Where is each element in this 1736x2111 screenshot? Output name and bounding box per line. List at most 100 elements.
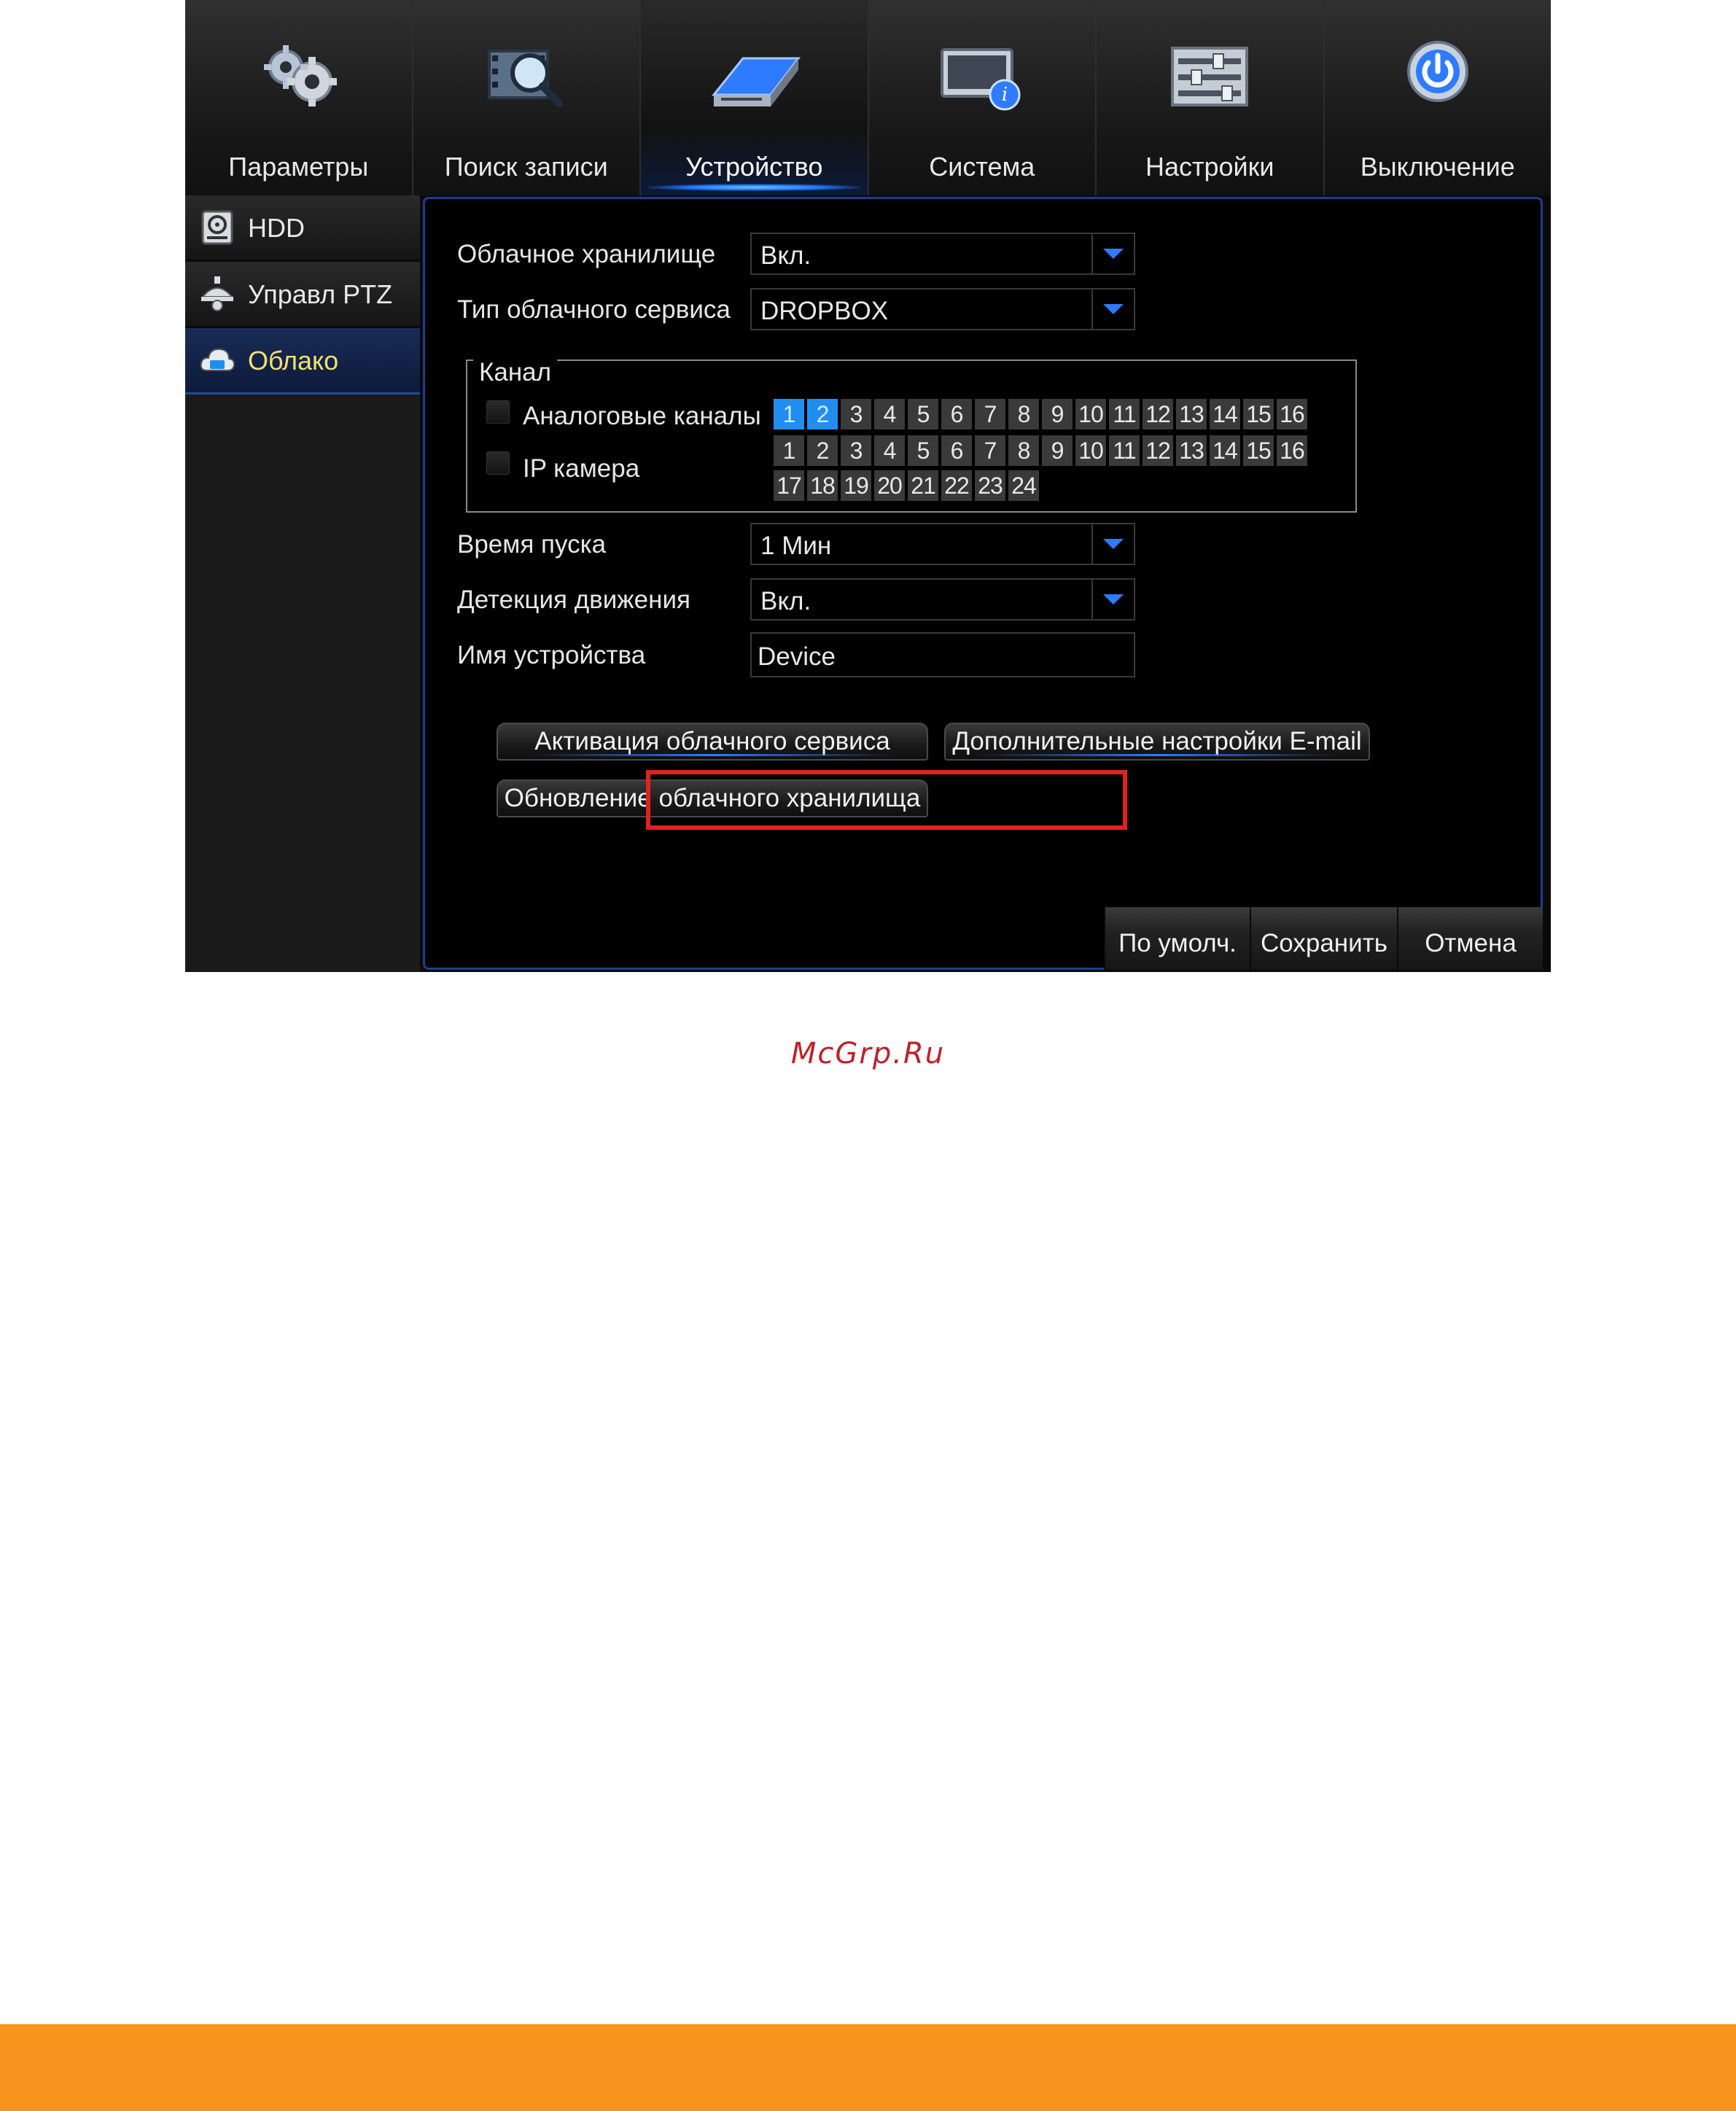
ip-channel-18[interactable]: 18	[807, 470, 838, 501]
save-label: Сохранить	[1261, 929, 1387, 957]
analog-channels-checkbox[interactable]	[486, 400, 510, 424]
ip-channel-16[interactable]: 16	[1277, 435, 1307, 466]
ip-channel-20[interactable]: 20	[874, 470, 905, 501]
start-time-value: 1 Мин	[760, 532, 832, 560]
cloud-service-type-select[interactable]: DROPBOX	[750, 288, 1135, 330]
activate-cloud-label: Активация облачного сервиса	[534, 727, 890, 755]
ip-channel-7[interactable]: 7	[975, 435, 1005, 466]
channel-legend: Канал	[473, 358, 558, 387]
top-navigation: Параметры Поиск записи Устройство i Сист…	[185, 0, 1551, 195]
ip-channel-row: 17 18 19 20 21 22 23 24	[774, 470, 1039, 501]
save-button[interactable]: Сохранить	[1250, 907, 1397, 970]
analog-channel-5[interactable]: 5	[908, 399, 938, 429]
ip-channel-21[interactable]: 21	[908, 470, 938, 501]
ptz-camera-icon	[201, 276, 234, 311]
highlight-box	[646, 770, 1127, 830]
default-label: По умолч.	[1118, 929, 1237, 957]
cancel-label: Отмена	[1425, 929, 1517, 957]
chevron-down-icon[interactable]	[1091, 234, 1134, 273]
ip-channel-2[interactable]: 2	[807, 435, 838, 466]
active-tab-glow	[648, 184, 860, 191]
ip-camera-label: IP камера	[523, 454, 640, 483]
film-search-icon	[487, 50, 563, 107]
device-name-label: Имя устройства	[457, 641, 646, 669]
analog-channel-9[interactable]: 9	[1042, 399, 1073, 429]
analog-channel-13[interactable]: 13	[1176, 399, 1207, 429]
watermark: McGrp.Ru	[790, 1037, 946, 1070]
analog-channels-label: Аналоговые каналы	[523, 402, 761, 430]
cloud-settings-panel: Облачное хранилище Вкл. Тип облачного се…	[423, 197, 1543, 970]
analog-channel-7[interactable]: 7	[975, 399, 1005, 429]
ip-channel-3[interactable]: 3	[841, 435, 871, 466]
analog-channel-1[interactable]: 1	[774, 399, 804, 429]
analog-channel-8[interactable]: 8	[1008, 399, 1039, 429]
ip-channel-12[interactable]: 12	[1143, 435, 1173, 466]
default-button[interactable]: По умолч.	[1104, 907, 1250, 970]
analog-channel-14[interactable]: 14	[1210, 399, 1240, 429]
email-settings-button[interactable]: Дополнительные настройки E-mail	[944, 723, 1370, 761]
tab-parameters[interactable]: Параметры	[185, 0, 413, 195]
ip-channel-6[interactable]: 6	[941, 435, 972, 466]
monitor-info-icon: i	[940, 48, 1021, 111]
device-name-field[interactable]: Device	[750, 632, 1135, 677]
ip-channel-9[interactable]: 9	[1042, 435, 1073, 466]
hdd-device-icon	[712, 57, 801, 106]
tab-settings-label: Настройки	[1145, 152, 1274, 182]
analog-channel-2[interactable]: 2	[807, 399, 838, 429]
ip-channel-17[interactable]: 17	[774, 470, 804, 501]
start-time-label: Время пуска	[457, 530, 607, 559]
ip-channel-11[interactable]: 11	[1109, 435, 1140, 466]
tab-parameters-label: Параметры	[228, 152, 369, 182]
tab-device[interactable]: Устройство	[641, 0, 869, 195]
tab-settings[interactable]: Настройки	[1097, 0, 1325, 195]
motion-detection-value: Вкл.	[760, 587, 811, 615]
cloud-service-type-value: DROPBOX	[760, 297, 889, 325]
email-settings-label: Дополнительные настройки E-mail	[952, 727, 1362, 755]
analog-channel-11[interactable]: 11	[1109, 399, 1140, 429]
analog-channel-row: 1 2 3 4 5 6 7 8 9 10 11 12 13 14 15 16	[774, 399, 1307, 429]
sidebar-item-ptz[interactable]: Управл PTZ	[185, 262, 420, 328]
ip-channel-8[interactable]: 8	[1008, 435, 1039, 466]
analog-channel-10[interactable]: 10	[1075, 399, 1106, 429]
tab-device-label: Устройство	[685, 152, 823, 182]
ip-channel-13[interactable]: 13	[1176, 435, 1207, 466]
ip-channel-14[interactable]: 14	[1210, 435, 1240, 466]
chevron-down-icon[interactable]	[1091, 289, 1134, 329]
activate-cloud-button[interactable]: Активация облачного сервиса	[497, 723, 928, 761]
gears-icon	[264, 45, 338, 106]
ip-channel-4[interactable]: 4	[874, 435, 905, 466]
analog-channel-6[interactable]: 6	[941, 399, 972, 429]
ip-channel-22[interactable]: 22	[941, 470, 972, 501]
cancel-button[interactable]: Отмена	[1397, 907, 1543, 970]
chevron-down-icon[interactable]	[1091, 580, 1134, 619]
tab-record-search-label: Поиск записи	[444, 152, 608, 182]
ip-channel-23[interactable]: 23	[975, 470, 1005, 501]
analog-channel-15[interactable]: 15	[1243, 399, 1274, 429]
ip-channel-1[interactable]: 1	[774, 435, 804, 466]
sidebar-item-label: Управл PTZ	[248, 279, 393, 309]
tab-shutdown[interactable]: Выключение	[1324, 0, 1551, 195]
motion-detection-select[interactable]: Вкл.	[750, 578, 1135, 621]
ip-channel-15[interactable]: 15	[1243, 435, 1274, 466]
analog-channel-16[interactable]: 16	[1277, 399, 1307, 429]
sidebar-item-hdd[interactable]: HDD	[185, 195, 420, 262]
start-time-select[interactable]: 1 Мин	[750, 523, 1135, 565]
footer-bar	[0, 2024, 1736, 2111]
svg-text:i: i	[1002, 84, 1008, 106]
ip-channel-19[interactable]: 19	[841, 470, 871, 501]
chevron-down-icon[interactable]	[1091, 524, 1134, 564]
sidebar-item-cloud[interactable]: Облако	[185, 328, 420, 394]
ip-channel-10[interactable]: 10	[1075, 435, 1106, 466]
ip-channel-row: 1 2 3 4 5 6 7 8 9 10 11 12 13 14 15 16	[774, 435, 1307, 466]
analog-channel-12[interactable]: 12	[1143, 399, 1173, 429]
cloud-service-type-label: Тип облачного сервиса	[457, 295, 731, 324]
tab-record-search[interactable]: Поиск записи	[413, 0, 641, 195]
ip-channel-24[interactable]: 24	[1008, 470, 1039, 501]
analog-channel-4[interactable]: 4	[874, 399, 905, 429]
cloud-storage-select[interactable]: Вкл.	[750, 233, 1135, 275]
tab-shutdown-label: Выключение	[1360, 152, 1515, 182]
tab-system[interactable]: i Система	[868, 0, 1097, 195]
ip-channel-5[interactable]: 5	[908, 435, 938, 466]
analog-channel-3[interactable]: 3	[841, 399, 871, 429]
ip-camera-checkbox[interactable]	[486, 451, 510, 475]
